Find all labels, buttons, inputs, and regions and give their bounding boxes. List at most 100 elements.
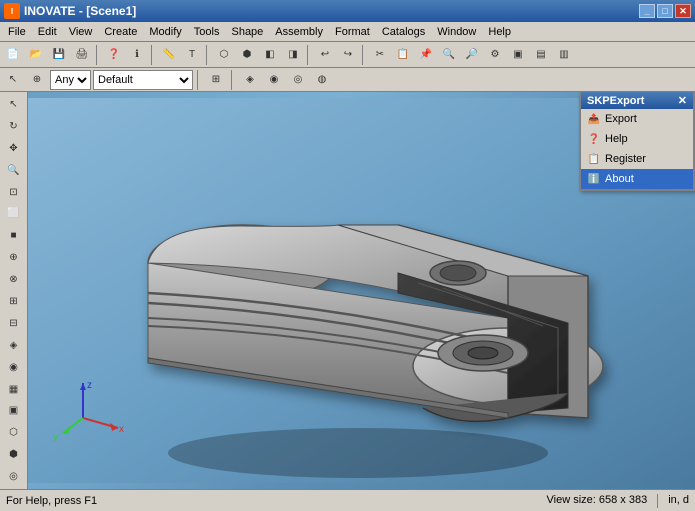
menu-file[interactable]: File xyxy=(2,24,32,40)
tb-b3[interactable]: ◧ xyxy=(259,44,281,66)
tb-info[interactable]: ℹ xyxy=(126,44,148,66)
tb2-b2[interactable]: ◉ xyxy=(263,69,285,91)
tb-redo[interactable]: ↪ xyxy=(337,44,359,66)
menu-catalogs[interactable]: Catalogs xyxy=(376,24,431,40)
lt-b9[interactable]: ⬡ xyxy=(3,422,25,443)
tb-b4[interactable]: ◨ xyxy=(282,44,304,66)
status-right: View size: 658 x 383 in, d xyxy=(547,494,690,508)
main-area: ↖ ↻ ✥ 🔍 ⊡ ⬜ ■ ⊕ ⊗ ⊞ ⊟ ◈ ◉ ▦ ▣ ⬡ ⬢ ◎ xyxy=(0,92,695,489)
lt-zoom[interactable]: 🔍 xyxy=(3,160,25,181)
lt-b6[interactable]: ◉ xyxy=(3,357,25,378)
skp-panel-header[interactable]: SKPExport ✕ xyxy=(581,92,693,109)
status-sep xyxy=(657,494,658,508)
lt-b10[interactable]: ⬢ xyxy=(3,444,25,465)
close-button[interactable]: ✕ xyxy=(675,4,691,18)
lt-b11[interactable]: ◎ xyxy=(3,466,25,487)
menu-edit[interactable]: Edit xyxy=(32,24,63,40)
tb-b2[interactable]: ⬢ xyxy=(236,44,258,66)
tb2-sep2 xyxy=(231,70,235,90)
skp-panel-close[interactable]: ✕ xyxy=(678,94,687,107)
skp-help-label: Help xyxy=(605,133,628,145)
lt-b4[interactable]: ⊟ xyxy=(3,313,25,334)
tb-b6[interactable]: 🔎 xyxy=(461,44,483,66)
tb2-select[interactable]: ⊕ xyxy=(26,69,48,91)
minimize-button[interactable]: _ xyxy=(639,4,655,18)
skp-about-item[interactable]: ℹ️ About xyxy=(581,169,693,189)
tb2-grid[interactable]: ⊞ xyxy=(205,69,227,91)
skp-register-item[interactable]: 📋 Register xyxy=(581,149,693,169)
tb-cut[interactable]: ✂ xyxy=(369,44,391,66)
skp-help-item[interactable]: ❓ Help xyxy=(581,129,693,149)
tb2-arrow[interactable]: ↖ xyxy=(2,69,24,91)
window-title: INOVATE - [Scene1] xyxy=(24,4,639,18)
tb-b10[interactable]: ▥ xyxy=(553,44,575,66)
status-help-text: For Help, press F1 xyxy=(6,495,97,507)
any-dropdown[interactable]: Any xyxy=(50,70,91,90)
menu-format[interactable]: Format xyxy=(329,24,376,40)
tb-new[interactable]: 📄 xyxy=(2,44,24,66)
maximize-button[interactable]: □ xyxy=(657,4,673,18)
menu-view[interactable]: View xyxy=(63,24,99,40)
skp-register-label: Register xyxy=(605,153,646,165)
tb-b5[interactable]: 🔍 xyxy=(438,44,460,66)
tb-copy[interactable]: 📋 xyxy=(392,44,414,66)
tb-b7[interactable]: ⚙ xyxy=(484,44,506,66)
lt-b2[interactable]: ⊗ xyxy=(3,269,25,290)
about-icon: ℹ️ xyxy=(587,172,601,186)
menu-create[interactable]: Create xyxy=(98,24,143,40)
tb-b9[interactable]: ▤ xyxy=(530,44,552,66)
tb-print[interactable]: 🖨 xyxy=(71,44,93,66)
status-bar: For Help, press F1 View size: 658 x 383 … xyxy=(0,489,695,511)
lt-b5[interactable]: ◈ xyxy=(3,335,25,356)
lt-b1[interactable]: ⊕ xyxy=(3,247,25,268)
skp-export-label: Export xyxy=(605,113,637,125)
tb-help[interactable]: ❓ xyxy=(103,44,125,66)
lt-pan[interactable]: ✥ xyxy=(3,138,25,159)
tb2-b4[interactable]: ◍ xyxy=(311,69,333,91)
skp-export-item[interactable]: 📤 Export xyxy=(581,109,693,129)
lt-shade[interactable]: ■ xyxy=(3,225,25,246)
menu-modify[interactable]: Modify xyxy=(143,24,187,40)
tb-measure[interactable]: 📏 xyxy=(158,44,180,66)
viewport[interactable]: z x y SKPExport ✕ 📤 Export ❓ xyxy=(28,92,695,489)
tb-sep3 xyxy=(206,45,210,65)
menu-assembly[interactable]: Assembly xyxy=(269,24,329,40)
toolbar2: ↖ ⊕ Any Default ⊞ ◈ ◉ ◎ ◍ xyxy=(0,68,695,92)
tb-paste[interactable]: 📌 xyxy=(415,44,437,66)
lt-select[interactable]: ↖ xyxy=(3,94,25,115)
tb2-b3[interactable]: ◎ xyxy=(287,69,309,91)
svg-text:z: z xyxy=(87,380,92,391)
tb2-b1[interactable]: ◈ xyxy=(239,69,261,91)
svg-text:x: x xyxy=(119,424,124,435)
default-dropdown[interactable]: Default xyxy=(93,70,193,90)
menu-help[interactable]: Help xyxy=(482,24,517,40)
tb-b1[interactable]: ⬡ xyxy=(213,44,235,66)
window-controls: _ □ ✕ xyxy=(639,4,691,18)
tb-open[interactable]: 📂 xyxy=(25,44,47,66)
export-icon: 📤 xyxy=(587,112,601,126)
lt-b8[interactable]: ▣ xyxy=(3,400,25,421)
tb-undo[interactable]: ↩ xyxy=(314,44,336,66)
skp-about-label: About xyxy=(605,173,634,185)
tb-save[interactable]: 💾 xyxy=(48,44,70,66)
tb-sep1 xyxy=(96,45,100,65)
tb-sep2 xyxy=(151,45,155,65)
lt-fit[interactable]: ⊡ xyxy=(3,182,25,203)
lt-wire[interactable]: ⬜ xyxy=(3,203,25,224)
tb-b8[interactable]: ▣ xyxy=(507,44,529,66)
help-icon: ❓ xyxy=(587,132,601,146)
tb2-sep1 xyxy=(197,70,201,90)
units-text: in, d xyxy=(668,494,689,508)
lt-b7[interactable]: ▦ xyxy=(3,379,25,400)
menu-shape[interactable]: Shape xyxy=(225,24,269,40)
app-logo: I xyxy=(4,3,20,19)
view-size-text: View size: 658 x 383 xyxy=(547,494,648,508)
tb-sep4 xyxy=(307,45,311,65)
menu-window[interactable]: Window xyxy=(431,24,482,40)
menu-tools[interactable]: Tools xyxy=(188,24,226,40)
title-bar: I INOVATE - [Scene1] _ □ ✕ xyxy=(0,0,695,22)
lt-b3[interactable]: ⊞ xyxy=(3,291,25,312)
tb-text[interactable]: T xyxy=(181,44,203,66)
tb-sep5 xyxy=(362,45,366,65)
lt-rotate[interactable]: ↻ xyxy=(3,116,25,137)
